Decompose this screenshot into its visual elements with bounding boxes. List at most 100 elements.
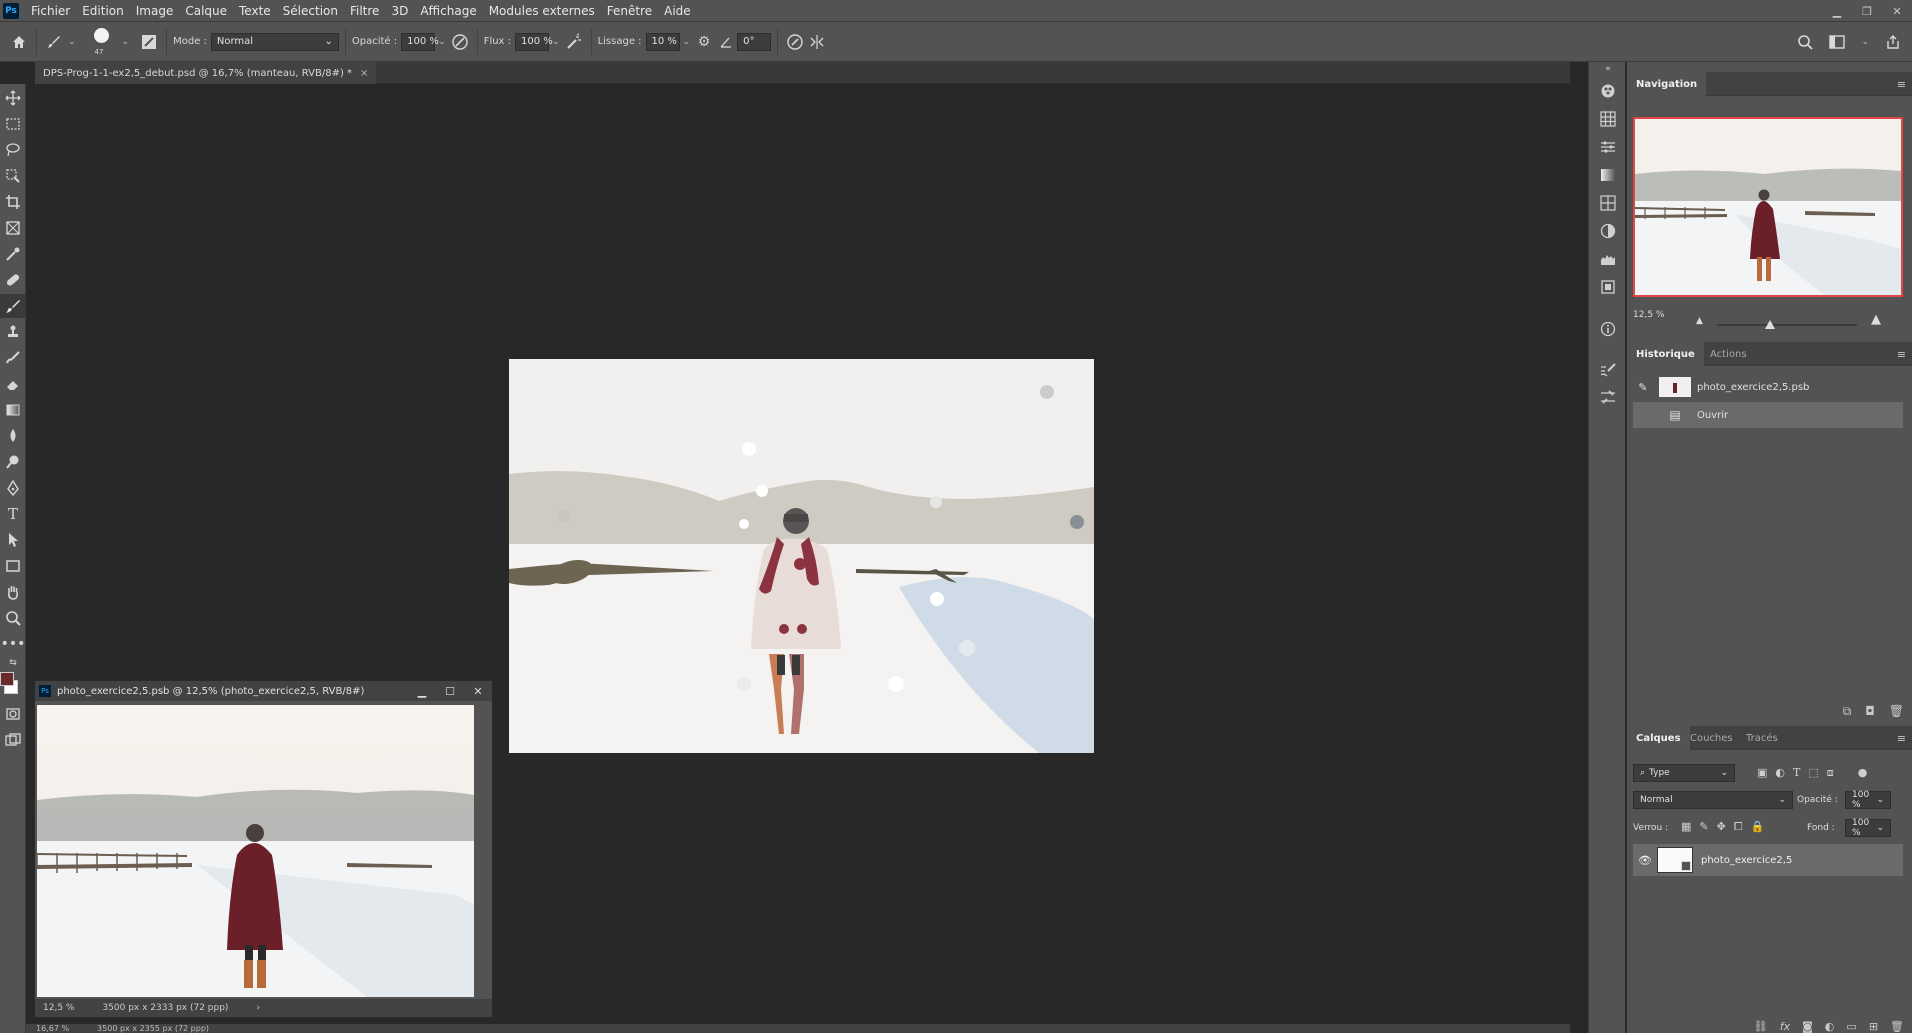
camera-icon[interactable]: ◘	[1865, 704, 1875, 719]
pressure-size-icon[interactable]	[784, 31, 806, 53]
tab-navigation[interactable]: Navigation	[1627, 72, 1707, 96]
menu-aide[interactable]: Aide	[658, 0, 697, 22]
gradient-tool-icon[interactable]	[0, 398, 26, 422]
history-brush-tool-icon[interactable]	[0, 346, 26, 370]
layer-row[interactable]: 👁 photo_exercice2,5	[1633, 844, 1903, 876]
add-mask-icon[interactable]: ◙	[1802, 1020, 1813, 1033]
document-canvas[interactable]	[509, 359, 1094, 753]
marquee-tool-icon[interactable]	[0, 112, 26, 136]
brush-preset-picker[interactable]: 47	[85, 24, 119, 60]
frame-tool-icon[interactable]	[0, 216, 26, 240]
close-icon[interactable]: ×	[360, 68, 368, 79]
minimize-icon[interactable]: ▁	[1822, 0, 1852, 22]
navigator-thumbnail[interactable]	[1633, 117, 1903, 297]
more-tools-icon[interactable]: •••	[0, 632, 26, 656]
document-zoom-level[interactable]: 16,67 %	[36, 1024, 69, 1033]
tab-historique[interactable]: Historique	[1627, 342, 1704, 366]
new-layer-icon[interactable]: ⊞	[1869, 1020, 1878, 1033]
symmetry-icon[interactable]	[806, 31, 828, 53]
histogram-panel-icon[interactable]	[1589, 246, 1627, 272]
layer-filter-select[interactable]: ⌕ Type ⌄	[1633, 764, 1735, 782]
tab-actions[interactable]: Actions	[1701, 342, 1756, 366]
layer-opacity-input[interactable]: 100 % ⌄	[1845, 790, 1891, 810]
new-document-from-state-icon[interactable]: ⧉	[1843, 704, 1852, 719]
eyedropper-tool-icon[interactable]	[0, 242, 26, 266]
photo-preview[interactable]	[37, 705, 474, 997]
history-snapshot-row[interactable]: ✎ photo_exercice2,5.psb	[1633, 374, 1903, 400]
close-icon[interactable]: ✕	[464, 681, 492, 701]
zoom-tool-icon[interactable]	[0, 606, 26, 630]
hand-tool-icon[interactable]	[0, 580, 26, 604]
brush-presets-panel-icon[interactable]	[1589, 358, 1627, 384]
home-icon[interactable]	[8, 31, 30, 53]
menu-image[interactable]: Image	[130, 0, 180, 22]
blend-mode-select[interactable]: Normal ⌄	[1633, 791, 1793, 809]
info-panel-icon[interactable]	[1589, 316, 1627, 342]
chevron-down-icon[interactable]: ⌄	[683, 37, 691, 47]
maximize-icon[interactable]: ☐	[436, 681, 464, 701]
chevron-down-icon[interactable]: ⌄	[552, 37, 560, 47]
app-logo[interactable]: Ps	[3, 2, 19, 19]
type-filter-icon[interactable]: T	[1793, 766, 1800, 780]
history-state-row[interactable]: ▤ Ouvrir	[1633, 402, 1903, 428]
panel-menu-icon[interactable]: ≡	[1897, 732, 1906, 745]
patterns-panel-icon[interactable]	[1589, 190, 1627, 216]
menu-selection[interactable]: Sélection	[277, 0, 344, 22]
styles-panel-icon[interactable]	[1589, 218, 1627, 244]
chevron-down-icon[interactable]: ⌄	[438, 37, 446, 47]
dodge-tool-icon[interactable]	[0, 450, 26, 474]
menu-filtre[interactable]: Filtre	[344, 0, 385, 22]
layer-name[interactable]: photo_exercice2,5	[1701, 855, 1792, 866]
airbrush-icon[interactable]	[563, 31, 585, 53]
search-icon[interactable]	[1794, 31, 1816, 53]
trash-icon[interactable]: 🗑	[1890, 1020, 1904, 1033]
tab-traces[interactable]: Tracés	[1737, 726, 1787, 750]
menu-3d[interactable]: 3D	[385, 0, 414, 22]
menu-edition[interactable]: Edition	[76, 0, 130, 22]
screen-mode-icon[interactable]	[0, 728, 26, 752]
swap-colors-icon[interactable]: ⇆	[0, 656, 26, 670]
libraries-panel-icon[interactable]	[1589, 274, 1627, 300]
shape-filter-icon[interactable]: ⬚	[1808, 766, 1818, 780]
type-tool-icon[interactable]: T	[0, 502, 26, 526]
brush-tool-icon[interactable]	[0, 294, 26, 318]
chevron-down-icon[interactable]: ⌄	[122, 37, 130, 47]
chevron-down-icon[interactable]: ⌄	[68, 37, 76, 47]
adjustment-filter-icon[interactable]: ◐	[1775, 766, 1785, 780]
menu-fichier[interactable]: Fichier	[25, 0, 76, 22]
blur-tool-icon[interactable]	[0, 424, 26, 448]
panel-menu-icon[interactable]: ≡	[1897, 348, 1906, 361]
lock-position-icon[interactable]: ✥	[1717, 820, 1726, 834]
pen-tool-icon[interactable]	[0, 476, 26, 500]
workspace-icon[interactable]	[1826, 31, 1848, 53]
eraser-tool-icon[interactable]	[0, 372, 26, 396]
move-tool-icon[interactable]	[0, 86, 26, 110]
menu-texte[interactable]: Texte	[233, 0, 277, 22]
navigator-zoom-slider[interactable]	[1717, 320, 1857, 329]
history-brush-source-icon[interactable]: ✎	[1633, 381, 1653, 394]
pressure-opacity-icon[interactable]	[449, 31, 471, 53]
eye-icon[interactable]: 👁	[1633, 854, 1657, 867]
fx-icon[interactable]: fx	[1780, 1020, 1790, 1033]
menu-fenetre[interactable]: Fenêtre	[601, 0, 658, 22]
flux-input[interactable]: 100 %	[515, 32, 553, 51]
document-tab[interactable]: DPS-Prog-1-1-ex2,5_debut.psd @ 16,7% (ma…	[35, 62, 377, 84]
brush-tool-icon[interactable]	[43, 31, 65, 53]
foreground-color-swatch[interactable]	[0, 672, 14, 686]
adjustments-panel-icon[interactable]	[1589, 134, 1627, 160]
menu-affichage[interactable]: Affichage	[414, 0, 482, 22]
link-layers-icon[interactable]: ⛓	[1754, 1020, 1768, 1033]
folder-icon[interactable]: ▭	[1846, 1020, 1856, 1033]
swatches-panel-icon[interactable]	[1589, 106, 1627, 132]
trash-icon[interactable]: 🗑	[1889, 704, 1904, 719]
opacity-input[interactable]: 100 %	[401, 32, 439, 51]
restore-icon[interactable]: ❐	[1852, 0, 1882, 22]
filter-toggle-icon[interactable]: ●	[1858, 766, 1868, 780]
menu-calque[interactable]: Calque	[179, 0, 233, 22]
floating-window-titlebar[interactable]: Ps photo_exercice2,5.psb @ 12,5% (photo_…	[35, 681, 492, 701]
tab-couches[interactable]: Couches	[1681, 726, 1742, 750]
brush-settings-icon[interactable]	[138, 31, 160, 53]
pixel-filter-icon[interactable]: ▣	[1757, 766, 1767, 780]
smart-object-filter-icon[interactable]: ⧈	[1827, 766, 1834, 780]
minimize-icon[interactable]: ▁	[408, 681, 436, 701]
